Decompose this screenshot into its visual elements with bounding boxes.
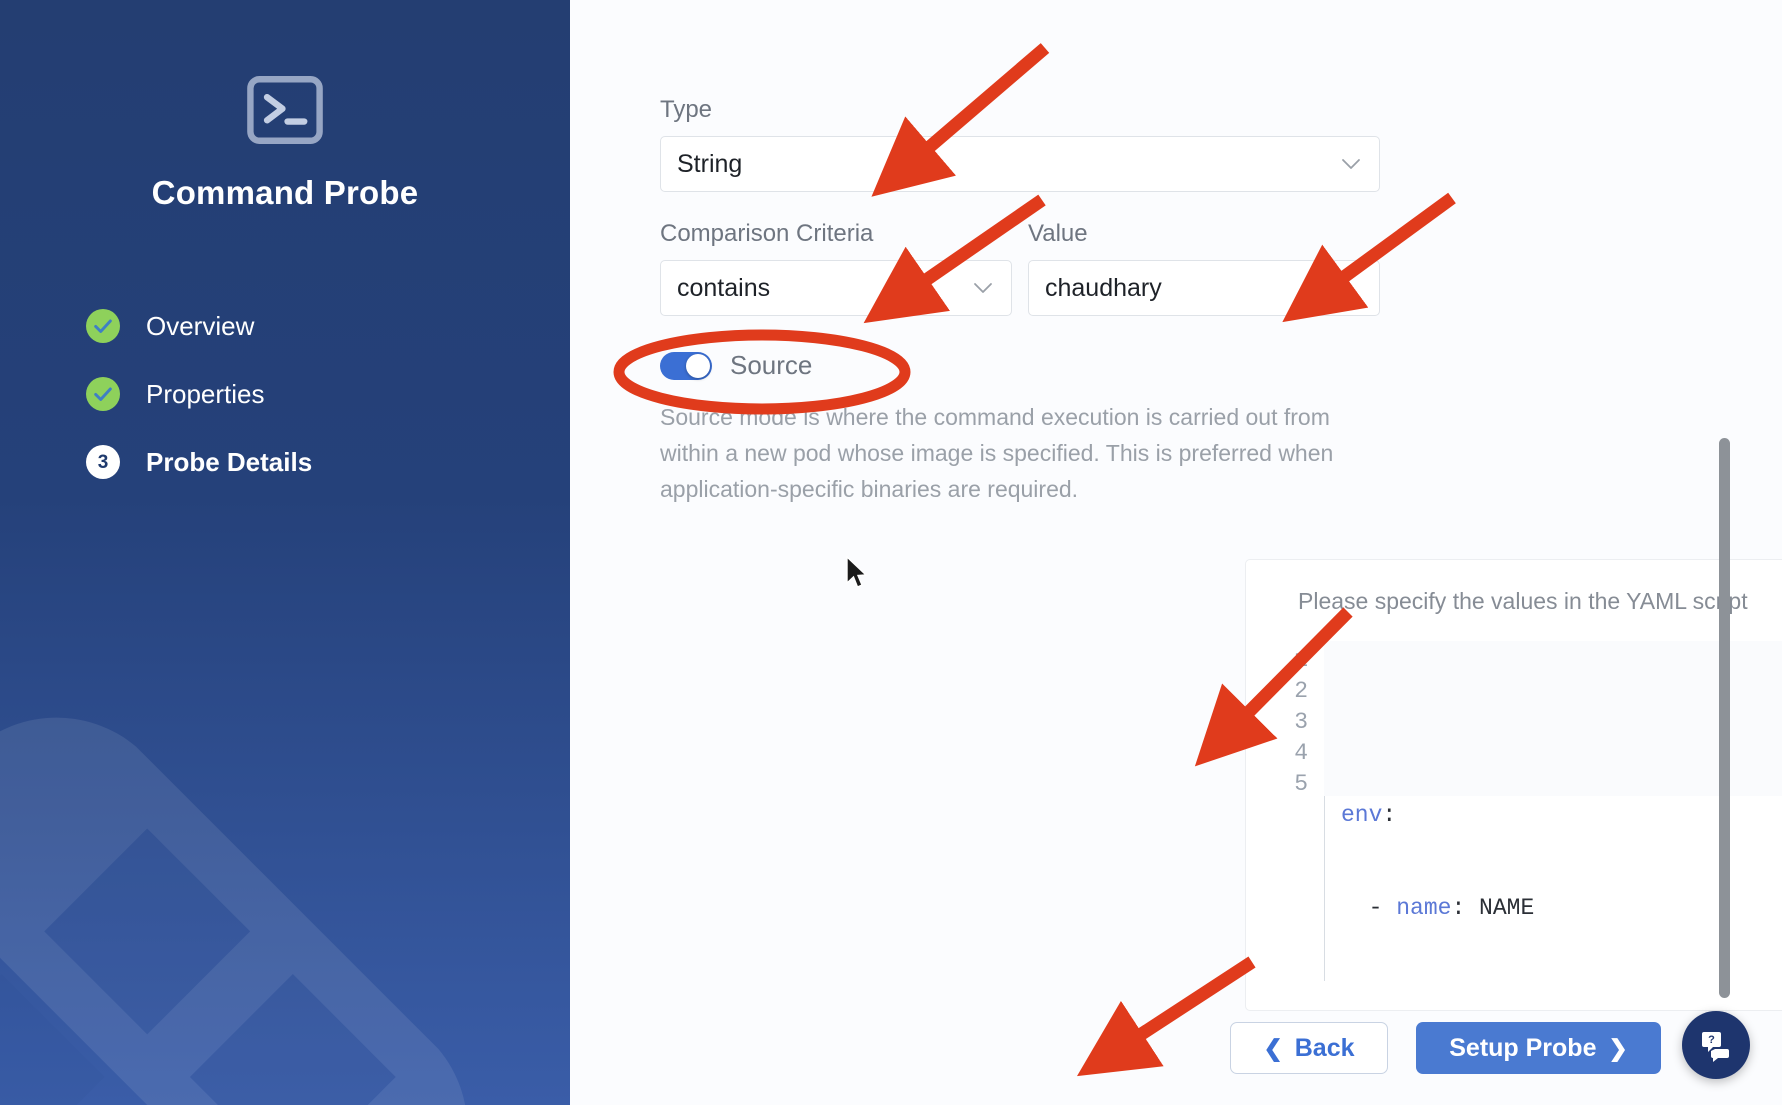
source-toggle[interactable]	[660, 351, 712, 380]
comparison-select-value: contains	[677, 273, 771, 302]
source-toggle-label: Source	[730, 350, 813, 380]
yaml-editor-caption: Please specify the values in the YAML sc…	[1298, 588, 1748, 614]
yaml-editor-card: Please specify the values in the YAML sc…	[1246, 560, 1782, 1010]
value-field-group: Value chaudhary	[1028, 220, 1380, 316]
line-number: 2	[1294, 678, 1308, 704]
code-rest: : NAME	[1451, 895, 1535, 921]
back-button[interactable]: ❮ Back	[1230, 1022, 1388, 1074]
code-line: - name: NAME	[1341, 893, 1782, 924]
sidebar-step-probe-details[interactable]: 3 Probe Details	[86, 428, 570, 496]
line-number-gutter: 1 2 3 4 5	[1246, 641, 1324, 981]
help-chat-bubble-icon: ?	[1702, 1032, 1729, 1062]
terminal-icon-container	[0, 72, 570, 148]
criteria-value-row: Comparison Criteria contains Value chaud…	[660, 220, 1420, 316]
wizard-step-list: Overview Properties 3 Probe Details	[0, 292, 570, 496]
setup-probe-button-label: Setup Probe	[1449, 1033, 1597, 1062]
toggle-knob	[686, 353, 710, 378]
value-input[interactable]: chaudhary	[1028, 260, 1380, 316]
sidebar-step-properties[interactable]: Properties	[86, 360, 570, 428]
line-number: 1	[1294, 647, 1308, 673]
probe-details-screen: Command Probe Overview Properties 3 Prob…	[0, 0, 1782, 1105]
code-indent: -	[1341, 895, 1397, 921]
comparison-label: Comparison Criteria	[660, 220, 874, 247]
type-field-group: Type String	[660, 96, 1380, 192]
yaml-code-content[interactable]: image: ubuntu env: - name: NAME value: c…	[1324, 641, 1782, 981]
help-chat-bubble-button[interactable]: ?	[1682, 1011, 1750, 1079]
sidebar-step-label: Properties	[146, 378, 265, 409]
setup-probe-button[interactable]: Setup Probe ❯	[1416, 1022, 1661, 1074]
step-number: 3	[97, 451, 109, 473]
comparison-select[interactable]: contains	[660, 260, 1012, 316]
step-complete-marker	[86, 309, 120, 343]
sidebar-step-label: Probe Details	[146, 446, 313, 477]
page-scrollbar-thumb[interactable]	[1719, 438, 1730, 998]
step-complete-marker	[86, 377, 120, 411]
sidebar-step-label: Overview	[146, 310, 255, 341]
comparison-field-group: Comparison Criteria contains	[660, 220, 1012, 316]
code-key: image	[1341, 709, 1411, 735]
code-key: env	[1341, 802, 1383, 828]
line-number: 3	[1294, 709, 1308, 735]
code-rest: : ubuntu	[1410, 709, 1521, 735]
code-key: name	[1396, 895, 1452, 921]
code-line: env:	[1341, 800, 1782, 831]
source-toggle-row: Source	[660, 350, 1420, 381]
page-title: Command Probe	[151, 174, 419, 211]
litmus-logo-watermark	[0, 717, 466, 1105]
line-number: 4	[1294, 740, 1308, 766]
step-number-marker: 3	[86, 445, 120, 479]
sidebar-step-overview[interactable]: Overview	[86, 292, 570, 360]
terminal-icon	[247, 76, 323, 144]
type-select-value: String	[677, 149, 743, 178]
wizard-sidebar: Command Probe Overview Properties 3 Prob…	[0, 0, 570, 1105]
chevron-right-icon: ❯	[1608, 1034, 1628, 1061]
line-number: 5	[1294, 771, 1308, 797]
back-button-label: Back	[1294, 1033, 1355, 1062]
main-content: Type String Comparison Criteria contains	[570, 0, 1782, 1105]
value-label: Value	[1028, 220, 1088, 247]
check-icon	[94, 387, 112, 401]
chevron-left-icon: ❮	[1263, 1034, 1283, 1061]
type-select[interactable]: String	[660, 136, 1380, 192]
wizard-footer-actions: ❮ Back Setup Probe ❯	[1230, 1022, 1661, 1074]
probe-details-form: Type String Comparison Criteria contains	[660, 96, 1420, 507]
source-helper-text: Source mode is where the command executi…	[660, 404, 1334, 502]
type-label: Type	[660, 96, 713, 123]
chevron-down-icon	[1342, 159, 1360, 169]
yaml-code-editor[interactable]: 1 2 3 4 5 image: ubuntu env: - name: NAM…	[1246, 641, 1782, 981]
code-line: image: ubuntu	[1341, 707, 1782, 738]
scrollable-form-region: Type String Comparison Criteria contains	[570, 0, 1782, 1105]
svg-text:?: ?	[1708, 1034, 1715, 1046]
code-rest: :	[1382, 802, 1397, 828]
check-icon	[94, 319, 112, 333]
chevron-down-icon	[974, 283, 992, 293]
value-input-text: chaudhary	[1045, 273, 1162, 302]
